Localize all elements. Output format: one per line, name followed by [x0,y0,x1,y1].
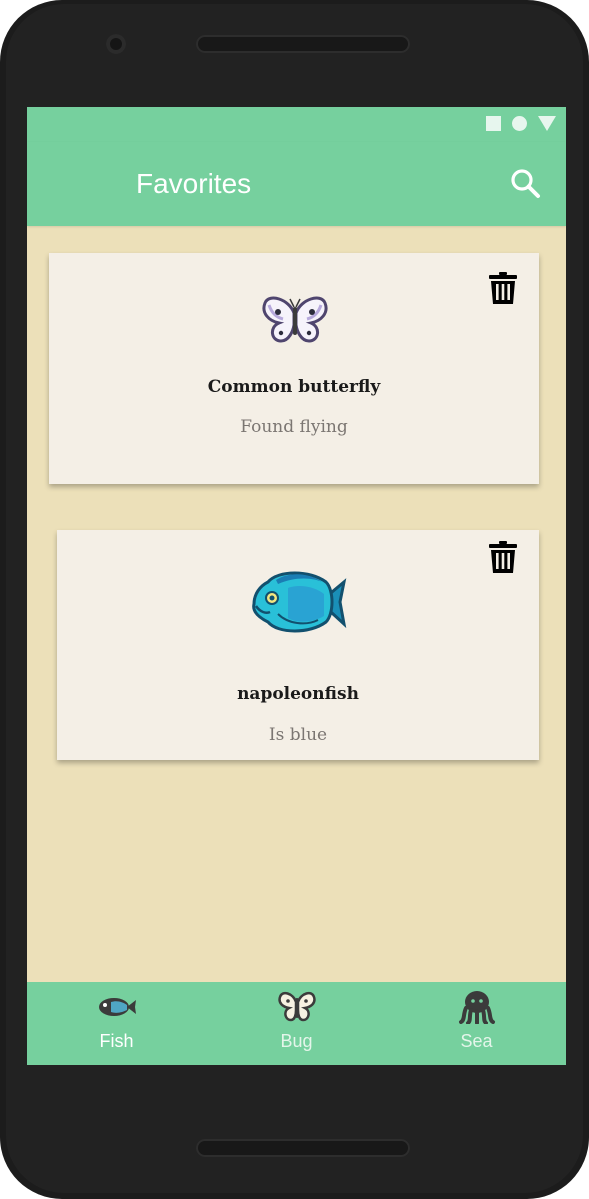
app-screen: Favorites Common butterfly Found flying … [27,107,566,1065]
status-icons [486,116,556,131]
octopus-icon [458,991,495,1024]
bug-icon [277,991,316,1022]
nav-item-fish[interactable]: Fish [27,982,206,1065]
bottom-navigation: Fish Bug Sea [27,982,566,1065]
card-title: Common butterfly [207,377,381,397]
search-icon [511,169,540,198]
status-bar [27,107,566,142]
nav-label-fish: Fish [99,1031,134,1051]
butterfly-image [261,295,329,347]
front-camera [106,34,126,54]
earpiece-speaker [196,35,410,53]
delete-button[interactable] [488,271,518,305]
napoleonfish-icon [252,571,347,633]
favorite-card[interactable]: Common butterfly Found flying [49,253,539,484]
nav-item-sea[interactable]: Sea [387,982,566,1065]
favorite-card[interactable]: napoleonfish Is blue [57,530,539,760]
fish-icon [98,998,136,1016]
trash-icon [489,541,517,573]
triangle-down-icon [538,116,556,131]
nav-item-bug[interactable]: Bug [207,982,386,1065]
card-description: Found flying [240,417,348,437]
app-bar: Favorites [27,142,566,226]
napoleonfish-image [248,568,348,636]
card-description: Is blue [268,725,328,745]
bottom-speaker [196,1139,410,1157]
search-button[interactable] [509,167,543,201]
butterfly-icon [262,296,328,343]
trash-icon [489,272,517,304]
nav-label-sea: Sea [460,1031,493,1051]
page-title: Favorites [136,168,252,199]
delete-button[interactable] [488,540,518,574]
nav-label-bug: Bug [280,1031,313,1051]
square-icon [486,116,501,131]
card-title: napoleonfish [237,684,359,704]
phone-frame: Favorites Common butterfly Found flying … [0,0,589,1199]
circle-icon [512,116,527,131]
